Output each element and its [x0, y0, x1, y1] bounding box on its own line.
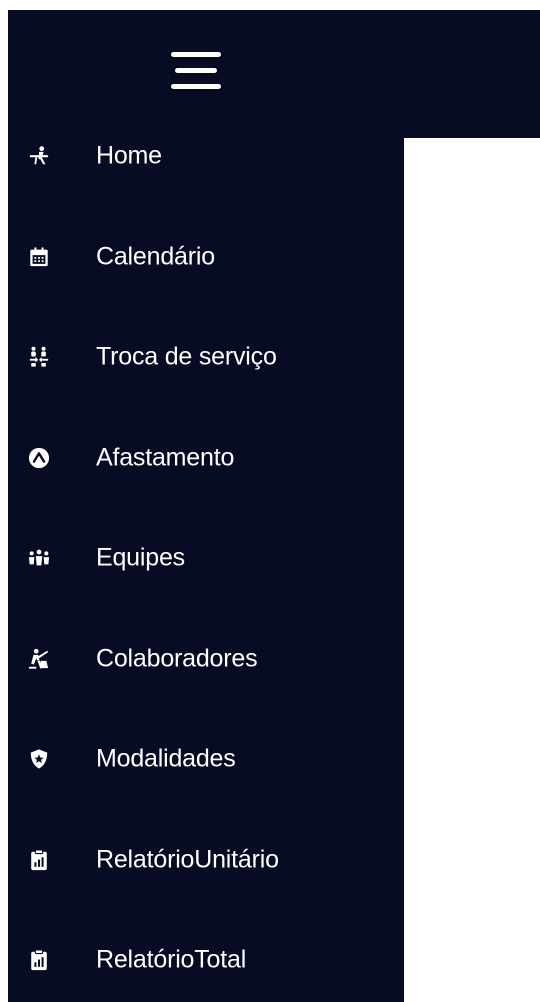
sidebar-item-home[interactable]: Home	[8, 106, 404, 207]
clipboard-chart-icon	[28, 849, 50, 871]
sidebar-item-label: Modalidades	[96, 744, 236, 773]
app-frame: Home Calendário Troca de serviço Afastam…	[0, 0, 540, 1002]
shield-star-icon	[28, 748, 50, 770]
main-content	[404, 138, 540, 1002]
sidebar-item-calendario[interactable]: Calendário	[8, 207, 404, 308]
sidebar-item-label: Calendário	[96, 242, 215, 271]
sidebar-item-label: Home	[96, 141, 162, 170]
sidebar-item-label: Afastamento	[96, 443, 235, 472]
sidebar-item-afastamento[interactable]: Afastamento	[8, 408, 404, 509]
people-group-icon	[28, 547, 50, 569]
sidebar: Home Calendário Troca de serviço Afastam…	[8, 10, 404, 1002]
sidebar-item-modalidades[interactable]: Modalidades	[8, 709, 404, 810]
person-digging-icon	[28, 648, 50, 670]
calendar-icon	[28, 246, 50, 268]
sidebar-item-troca-de-servico[interactable]: Troca de serviço	[8, 307, 404, 408]
hamburger-line	[171, 84, 221, 89]
sidebar-item-label: Troca de serviço	[96, 342, 277, 371]
sidebar-item-relatorio-unitario[interactable]: RelatórioUnitário	[8, 810, 404, 911]
sidebar-item-label: RelatórioUnitário	[96, 845, 279, 874]
sidebar-item-equipes[interactable]: Equipes	[8, 508, 404, 609]
hamburger-menu-icon[interactable]	[168, 52, 224, 96]
sidebar-menu: Home Calendário Troca de serviço Afastam…	[8, 106, 404, 1002]
hamburger-line	[175, 68, 217, 73]
sidebar-item-label: Equipes	[96, 543, 185, 572]
sidebar-item-relatorio-total[interactable]: RelatórioTotal	[8, 910, 404, 1002]
sidebar-item-label: RelatórioTotal	[96, 945, 247, 974]
people-swap-icon	[28, 346, 50, 368]
circle-caret-up-icon	[28, 447, 50, 469]
sidebar-item-label: Colaboradores	[96, 644, 258, 673]
sidebar-item-colaboradores[interactable]: Colaboradores	[8, 609, 404, 710]
person-at-desk-icon	[28, 145, 50, 167]
clipboard-chart-icon	[28, 949, 50, 971]
hamburger-line	[171, 52, 221, 57]
